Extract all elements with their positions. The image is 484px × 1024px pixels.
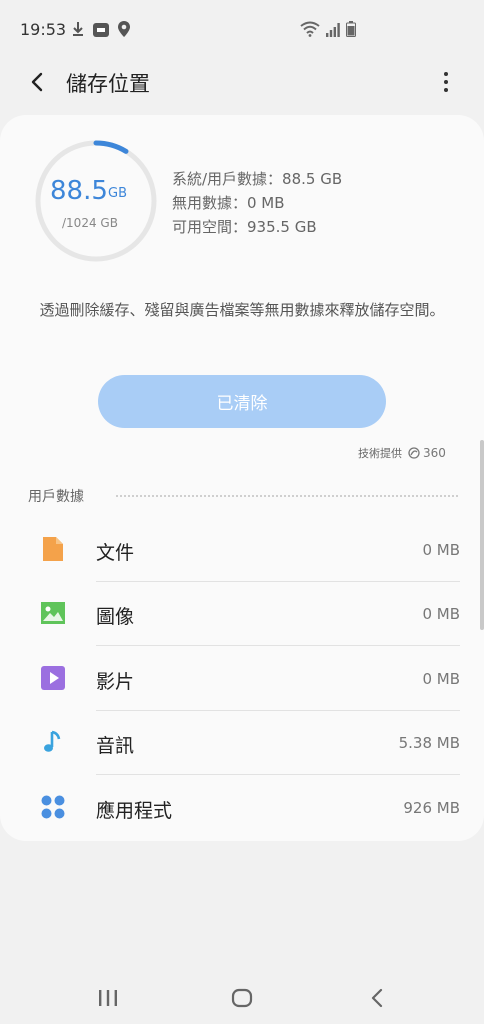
list-item-images[interactable]: 圖像 0 MB — [0, 582, 484, 646]
stat-system-user-data: 系統/用戶數據：88.5 GB — [172, 170, 343, 188]
navigation-bar — [0, 970, 484, 1024]
total-storage: /1024 GB — [62, 216, 118, 230]
recent-apps-icon[interactable] — [94, 984, 122, 1012]
list-item-label: 影片 — [96, 671, 135, 693]
360-logo-icon: 360 — [408, 446, 446, 460]
list-item-videos[interactable]: 影片 0 MB — [0, 647, 484, 711]
scrollbar[interactable] — [480, 440, 484, 630]
document-icon — [40, 536, 66, 562]
list-item-label: 應用程式 — [96, 800, 173, 822]
signal-icon — [326, 22, 340, 41]
list-item-label: 文件 — [96, 542, 135, 564]
powered-by-label: 技術提供 — [358, 447, 402, 460]
battery-icon — [346, 21, 356, 41]
list-item-label: 音訊 — [96, 735, 135, 757]
list-item-size: 926 MB — [403, 799, 460, 817]
list-item-audio[interactable]: 音訊 5.38 MB — [0, 711, 484, 775]
music-note-icon — [40, 729, 66, 755]
powered-by-brand: 360 — [423, 446, 446, 460]
home-icon[interactable] — [228, 984, 256, 1012]
list-item-documents[interactable]: 文件 0 MB — [0, 518, 484, 582]
location-icon — [118, 21, 130, 41]
used-storage-value: 88.5 — [50, 176, 108, 206]
page-title: 儲存位置 — [66, 72, 150, 96]
status-time: 19:53 — [20, 20, 67, 39]
list-item-size: 5.38 MB — [398, 734, 460, 752]
list-item-size: 0 MB — [422, 670, 460, 688]
wifi-icon — [300, 21, 320, 41]
list-item-size: 0 MB — [422, 605, 460, 623]
list-item-apps[interactable]: 應用程式 926 MB — [0, 776, 484, 840]
image-icon — [40, 600, 66, 626]
list-item-size: 0 MB — [422, 541, 460, 559]
stat-junk-data: 無用數據：0 MB — [172, 194, 285, 212]
video-icon — [40, 665, 66, 691]
description-text: 透過刪除緩存、殘留與廣告檔案等無用數據來釋放儲存空間。 — [39, 301, 445, 319]
download-icon — [72, 21, 84, 41]
clean-button[interactable]: 已清除 — [98, 375, 386, 428]
list-item-label: 圖像 — [96, 606, 135, 628]
section-title-user-data: 用戶數據 — [28, 489, 84, 505]
app-notification-icon — [93, 22, 109, 41]
stat-available-space: 可用空間：935.5 GB — [172, 218, 317, 236]
more-options-icon[interactable] — [432, 68, 460, 96]
apps-icon — [40, 794, 66, 820]
powered-by: 技術提供 360 — [358, 445, 446, 461]
app-bar: 儲存位置 — [0, 60, 484, 106]
status-bar: 19:53 — [0, 0, 484, 60]
section-divider — [116, 495, 458, 497]
used-storage-unit: GB — [108, 186, 127, 201]
back-icon[interactable] — [364, 984, 392, 1012]
back-arrow-icon[interactable] — [24, 68, 52, 96]
